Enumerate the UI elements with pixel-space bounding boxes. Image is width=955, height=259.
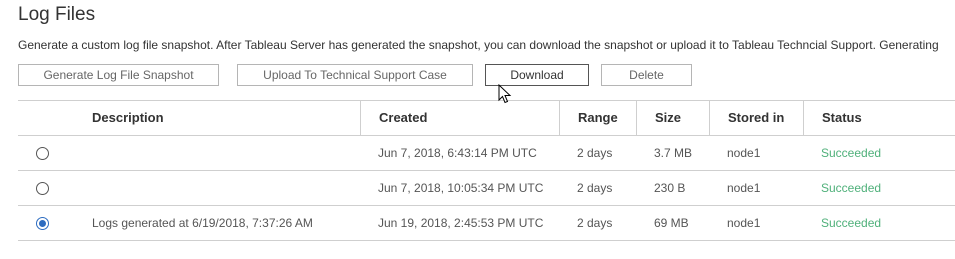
log-files-table: Description Created Range Size Stored in… (18, 100, 955, 241)
row-created: Jun 7, 2018, 6:43:14 PM UTC (378, 146, 537, 160)
upload-to-support-button[interactable]: Upload To Technical Support Case (237, 64, 473, 86)
column-header-description[interactable]: Description (74, 101, 360, 135)
row-select-radio[interactable] (36, 147, 49, 160)
row-range: 2 days (577, 146, 613, 160)
row-description (74, 136, 92, 170)
row-size: 230 B (654, 181, 686, 195)
row-size: 3.7 MB (654, 146, 693, 160)
table-row[interactable]: Jun 7, 2018, 6:43:14 PM UTC 2 days 3.7 M… (18, 136, 955, 171)
row-select-radio[interactable] (36, 182, 49, 195)
row-size: 69 MB (654, 216, 689, 230)
table-row[interactable]: Logs generated at 6/19/2018, 7:37:26 AM … (18, 206, 955, 241)
delete-button[interactable]: Delete (601, 64, 692, 86)
page-title: Log Files (18, 4, 96, 25)
download-button[interactable]: Download (485, 64, 589, 86)
row-description: Logs generated at 6/19/2018, 7:37:26 AM (92, 216, 313, 230)
radio-selected-dot (39, 220, 46, 227)
column-header-range[interactable]: Range (559, 101, 636, 135)
column-header-stored-in[interactable]: Stored in (709, 101, 803, 135)
page-description: Generate a custom log file snapshot. Aft… (18, 38, 939, 52)
table-header: Description Created Range Size Stored in… (18, 100, 955, 136)
log-files-page: Log Files Generate a custom log file sna… (0, 0, 955, 259)
row-range: 2 days (577, 216, 613, 230)
row-status: Succeeded (821, 181, 882, 195)
row-status: Succeeded (821, 216, 882, 230)
row-range: 2 days (577, 181, 613, 195)
row-stored-in: node1 (727, 216, 761, 230)
generate-snapshot-button[interactable]: Generate Log File Snapshot (18, 64, 219, 86)
row-created: Jun 7, 2018, 10:05:34 PM UTC (378, 181, 544, 195)
row-description (74, 171, 92, 205)
column-header-created[interactable]: Created (360, 101, 559, 135)
row-created: Jun 19, 2018, 2:45:53 PM UTC (378, 216, 544, 230)
row-status: Succeeded (821, 146, 882, 160)
mouse-pointer-icon (498, 84, 512, 104)
column-header-status[interactable]: Status (803, 101, 955, 135)
table-row[interactable]: Jun 7, 2018, 10:05:34 PM UTC 2 days 230 … (18, 171, 955, 206)
column-header-size[interactable]: Size (636, 101, 709, 135)
row-select-radio[interactable] (36, 217, 49, 230)
row-stored-in: node1 (727, 146, 761, 160)
row-stored-in: node1 (727, 181, 761, 195)
